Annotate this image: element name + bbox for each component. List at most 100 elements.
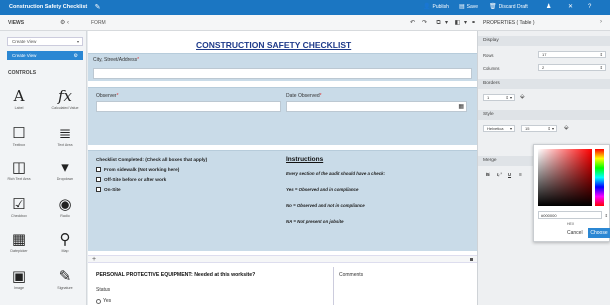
save-button[interactable]: ▤ Save bbox=[459, 3, 478, 12]
chevron-down-icon: ▾ bbox=[509, 126, 512, 131]
display-section-header[interactable]: Display bbox=[478, 36, 610, 46]
app-title: Construction Safety Checklist bbox=[9, 4, 88, 10]
help-icon[interactable]: ? bbox=[588, 3, 591, 12]
merge-cells-icon[interactable]: ⇲ bbox=[486, 172, 490, 178]
views-heading: VIEWS bbox=[8, 20, 25, 26]
align-left-icon[interactable]: ≡ bbox=[519, 172, 522, 178]
date-observed-input[interactable]: ▦ bbox=[286, 101, 467, 112]
instructions-title: Instructions bbox=[286, 156, 324, 163]
close-icon[interactable]: ✕ bbox=[568, 3, 573, 12]
checkbox[interactable] bbox=[96, 177, 101, 182]
chevron-down-icon: ▾ bbox=[76, 39, 79, 44]
observer-input[interactable] bbox=[96, 101, 281, 112]
rows-label: Rows bbox=[483, 53, 494, 58]
split-cells-icon[interactable]: ⤢ bbox=[498, 172, 502, 178]
ppe-question: PERSONAL PROTECTIVE EQUIPMENT: Needed at… bbox=[96, 272, 256, 278]
saturation-brightness-area[interactable] bbox=[538, 149, 592, 206]
checklist-option-onsite[interactable]: On-Site bbox=[96, 187, 121, 192]
checklist-header: Checklist Completed: (Check all boxes th… bbox=[96, 157, 208, 162]
control-rich-text-area[interactable]: ◫ Rich Text Area bbox=[4, 157, 34, 193]
publish-button[interactable]: 👤 Publish bbox=[423, 3, 449, 12]
text-color-icon[interactable]: ⬙ bbox=[564, 124, 569, 131]
checkbox[interactable] bbox=[96, 187, 101, 192]
calendar-icon[interactable]: ▦ bbox=[458, 103, 464, 110]
color-picker: #000000 ⇕ HEX Cancel Choose bbox=[533, 144, 610, 242]
border-width-input[interactable]: 1 ⇕ ▾ bbox=[483, 94, 515, 101]
radio-button[interactable] bbox=[96, 298, 101, 304]
signature-icon: ✎ bbox=[58, 267, 72, 285]
redo-icon[interactable]: ↷ bbox=[419, 18, 430, 28]
hex-input[interactable]: #000000 ⇕ bbox=[538, 211, 608, 219]
checkbox-icon: ☑ bbox=[12, 195, 26, 213]
section-divider: + bbox=[88, 255, 477, 263]
columns-label: Columns bbox=[483, 66, 500, 71]
spinner-icon: ⇕ bbox=[599, 65, 603, 70]
collapse-panel-icon[interactable]: › bbox=[600, 19, 602, 25]
rows-input[interactable]: 17 ⇕ bbox=[538, 51, 606, 58]
link-icon[interactable]: ⚭ bbox=[468, 18, 479, 28]
control-dropdown[interactable]: ▾ Dropdown bbox=[50, 157, 80, 193]
form-heading: FORM bbox=[91, 20, 106, 26]
person-icon: 👤 bbox=[423, 4, 431, 10]
label-icon: A bbox=[13, 87, 25, 105]
choose-button[interactable]: Choose bbox=[588, 228, 610, 238]
control-datepicker[interactable]: ▦ Datepicker bbox=[4, 229, 34, 265]
font-size-input[interactable]: 15 ⇕ ▾ bbox=[521, 125, 557, 132]
comments-label: Comments bbox=[339, 272, 364, 278]
control-textbox[interactable]: ☐ Textbox bbox=[4, 123, 34, 159]
controls-heading: CONTROLS bbox=[8, 70, 37, 76]
resize-handle[interactable] bbox=[470, 258, 473, 261]
status-yes-option[interactable]: Yes bbox=[96, 298, 111, 304]
create-view-select[interactable]: Create View ▾ bbox=[7, 37, 83, 46]
control-calculated-value[interactable]: fx Calculated Value bbox=[50, 86, 80, 122]
instruction-line: Yes = Observed and in compliance bbox=[286, 187, 359, 192]
edit-title-icon[interactable]: ✎ bbox=[92, 2, 103, 13]
form-title: CONSTRUCTION SAFETY CHECKLIST bbox=[196, 40, 352, 50]
copy-dropdown-icon[interactable]: ▾ bbox=[441, 18, 452, 28]
discard-draft-button[interactable]: 🗑 Discard Draft bbox=[489, 3, 528, 12]
views-settings-icon[interactable]: ⚙ ‹ bbox=[60, 19, 69, 26]
textarea-icon: ≣ bbox=[58, 124, 72, 142]
textbox-icon: ☐ bbox=[12, 124, 26, 142]
observer-label: Observer* bbox=[96, 93, 119, 99]
observer-section[interactable]: Observer* Date Observed* ▦ bbox=[88, 87, 477, 145]
map-pin-icon: ⚲ bbox=[59, 230, 71, 248]
add-row-icon[interactable]: + bbox=[92, 256, 96, 264]
create-view-item[interactable]: Create View ⚙ bbox=[7, 51, 83, 60]
style-section-header[interactable]: Style bbox=[478, 110, 610, 120]
function-icon: fx bbox=[57, 87, 72, 105]
control-map[interactable]: ⚲ Map bbox=[50, 229, 80, 265]
calendar-icon: ▦ bbox=[11, 230, 27, 248]
font-family-select[interactable]: Helvetica ▾ bbox=[483, 125, 515, 132]
rich-text-icon: ◫ bbox=[11, 158, 27, 176]
user-icon[interactable]: ♟ bbox=[546, 3, 551, 12]
control-image[interactable]: ▣ Image bbox=[4, 266, 34, 302]
underline-button[interactable]: U bbox=[508, 172, 511, 177]
image-icon: ▣ bbox=[11, 267, 27, 285]
gear-icon[interactable]: ⚙ bbox=[74, 52, 78, 60]
cancel-button[interactable]: Cancel bbox=[567, 230, 583, 236]
control-signature[interactable]: ✎ Signature bbox=[50, 266, 80, 302]
control-label[interactable]: A Label bbox=[4, 86, 34, 122]
left-panel: Create View ▾ Create View ⚙ CONTROLS A Labe… bbox=[0, 31, 87, 305]
city-address-input[interactable] bbox=[93, 68, 472, 79]
city-address-label: City, Street/Address* bbox=[93, 57, 140, 63]
control-radio[interactable]: ◉ Radio bbox=[50, 194, 80, 230]
checklist-option-offsite[interactable]: Off-Site before or after work bbox=[96, 177, 166, 182]
toolbar: VIEWS ⚙ ‹ FORM ↶ ↷ ⧉ ▾ ◧ ▾ ⚭ PROPERTIES … bbox=[0, 15, 610, 31]
checklist-option-sidewalk[interactable]: From sidewalk (Not working here) bbox=[96, 167, 179, 172]
hex-format-label: HEX bbox=[567, 222, 575, 226]
control-checkbox[interactable]: ☑ Checkbox bbox=[4, 194, 34, 230]
address-section[interactable]: City, Street/Address* bbox=[88, 53, 477, 81]
radio-icon: ◉ bbox=[58, 195, 72, 213]
checkbox[interactable] bbox=[96, 167, 101, 172]
hue-slider[interactable] bbox=[595, 149, 604, 206]
control-text-area[interactable]: ≣ Text Area bbox=[50, 123, 80, 159]
borders-section-header[interactable]: Borders bbox=[478, 79, 610, 89]
fill-color-icon[interactable]: ⬙ bbox=[520, 93, 525, 100]
columns-input[interactable]: 2 ⇕ bbox=[538, 64, 606, 71]
dropdown-icon: ▾ bbox=[61, 158, 69, 176]
checklist-section[interactable]: Checklist Completed: (Check all boxes th… bbox=[88, 150, 477, 251]
date-observed-label: Date Observed* bbox=[286, 93, 322, 99]
undo-icon[interactable]: ↶ bbox=[407, 18, 418, 28]
